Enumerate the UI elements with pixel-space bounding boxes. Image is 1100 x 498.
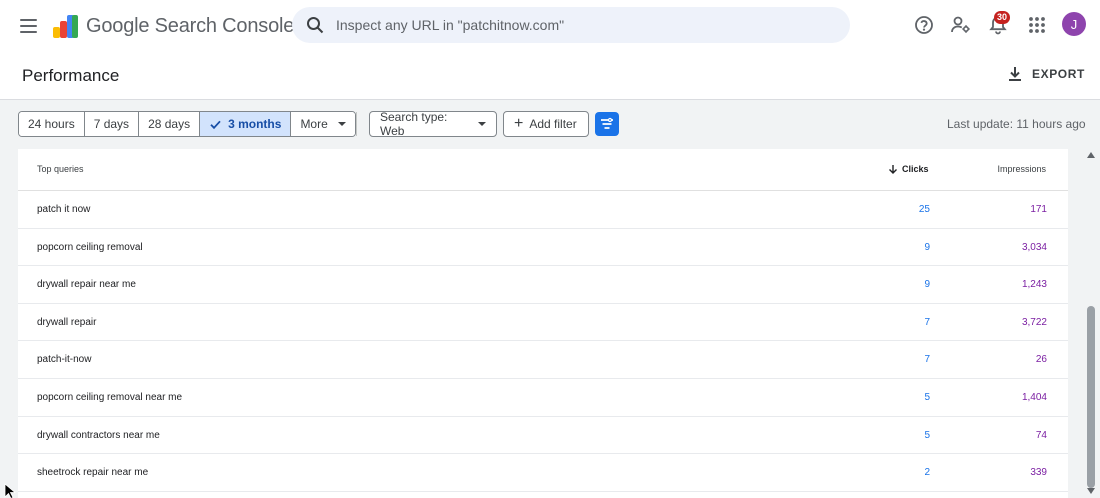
last-update-text: Last update: 11 hours ago [947,117,1086,131]
filter-list-icon [601,117,613,129]
url-inspection-input[interactable] [336,7,836,43]
impressions-cell: 26 [1035,354,1047,366]
table-row[interactable]: patch-it-now 7 26 [18,341,1068,379]
search-type-label: Search type: Web [380,110,448,138]
date-range-selector: 24 hours 7 days 28 days 3 months More [18,111,356,137]
date-range-label: 3 months [228,117,282,131]
date-range-24-hours[interactable]: 24 hours [19,112,85,136]
clicks-header-label: Clicks [902,164,929,174]
table-row[interactable]: drywall contractors near me 5 74 [18,417,1068,455]
scroll-down-arrow-icon[interactable] [1087,488,1095,494]
query-cell: popcorn ceiling removal [37,241,143,253]
scrollbar[interactable] [1084,149,1098,498]
date-range-label: More [300,117,328,131]
manage-users-icon[interactable] [950,14,972,36]
search-icon [307,17,324,34]
column-header-query[interactable]: Top queries [37,164,84,174]
clicks-cell: 9 [924,241,930,253]
top-bar: Google Search Console 30 J [0,0,1100,52]
date-range-more[interactable]: More [291,112,355,136]
table-row[interactable]: patch it now 25 171 [18,191,1068,229]
impressions-cell: 74 [1035,429,1047,441]
table-row[interactable]: sheetrock repair near me 2 339 [18,454,1068,492]
impressions-cell: 1,243 [1021,279,1047,291]
menu-icon[interactable] [14,12,42,40]
scroll-up-arrow-icon[interactable] [1087,152,1095,158]
filter-tune-button[interactable] [595,112,619,136]
date-range-label: 28 days [148,117,191,131]
column-header-clicks[interactable]: Clicks [888,164,929,174]
impressions-cell: 1,404 [1021,392,1047,403]
search-type-dropdown[interactable]: Search type: Web [369,110,497,138]
query-cell: drywall repair near me [37,279,136,291]
date-range-3-months[interactable]: 3 months [200,112,292,136]
impressions-cell: 3,034 [1021,241,1047,253]
impressions-cell: 171 [1030,204,1047,215]
impressions-cell: 3,722 [1021,316,1047,328]
clicks-cell: 7 [924,316,930,328]
query-cell: drywall contractors near me [37,429,160,441]
chevron-down-icon [478,122,486,126]
export-label: EXPORT [1032,67,1085,81]
date-range-7-days[interactable]: 7 days [84,112,140,136]
help-icon[interactable] [913,14,935,36]
export-button[interactable]: EXPORT [1006,62,1085,86]
clicks-cell: 9 [924,279,930,291]
plus-icon: + [514,114,524,132]
page-title: Performance [22,66,120,85]
table-row[interactable]: drywall repair 7 3,722 [18,304,1068,342]
date-range-label: 7 days [93,117,130,131]
query-cell: drywall repair [37,316,97,328]
sort-arrow-down-icon [889,165,897,174]
account-avatar[interactable]: J [1062,12,1086,36]
apps-icon[interactable] [1026,14,1048,36]
table-header: Top queries Clicks Impressions [18,149,1068,191]
column-header-impressions[interactable]: Impressions [968,164,1046,174]
table-row[interactable]: popcorn ceiling removal near me 5 1,404 [18,379,1068,417]
impressions-cell: 339 [1030,467,1047,479]
clicks-cell: 7 [924,354,930,366]
filter-separator [356,112,357,136]
clicks-cell: 5 [924,429,930,441]
query-cell: patch it now [37,204,91,215]
clicks-cell: 25 [918,204,930,215]
date-range-28-days[interactable]: 28 days [139,112,201,136]
query-cell: popcorn ceiling removal near me [37,392,183,403]
table-row[interactable]: popcorn ceiling removal 9 3,034 [18,229,1068,267]
clicks-cell: 5 [924,392,930,403]
scrollbar-thumb[interactable] [1087,306,1095,488]
date-range-label: 24 hours [28,117,75,131]
query-cell: patch-it-now [37,354,92,366]
url-inspection-search[interactable] [292,7,850,43]
clicks-cell: 2 [924,467,930,479]
mouse-cursor-icon [4,483,16,498]
app-title[interactable]: Google Search Console [86,15,294,38]
table-row[interactable]: drywall repair near me 9 1,243 [18,266,1068,304]
download-icon [1009,67,1021,81]
query-cell: sheetrock repair near me [37,467,149,479]
search-console-logo-icon[interactable] [52,13,80,39]
chevron-down-icon [337,122,346,126]
add-filter-label: Add filter [529,117,577,131]
queries-table: Top queries Clicks Impressions patch it … [18,149,1068,498]
notification-count-badge: 30 [994,11,1011,24]
add-filter-button[interactable]: + Add filter [503,111,589,137]
check-icon [210,120,221,129]
